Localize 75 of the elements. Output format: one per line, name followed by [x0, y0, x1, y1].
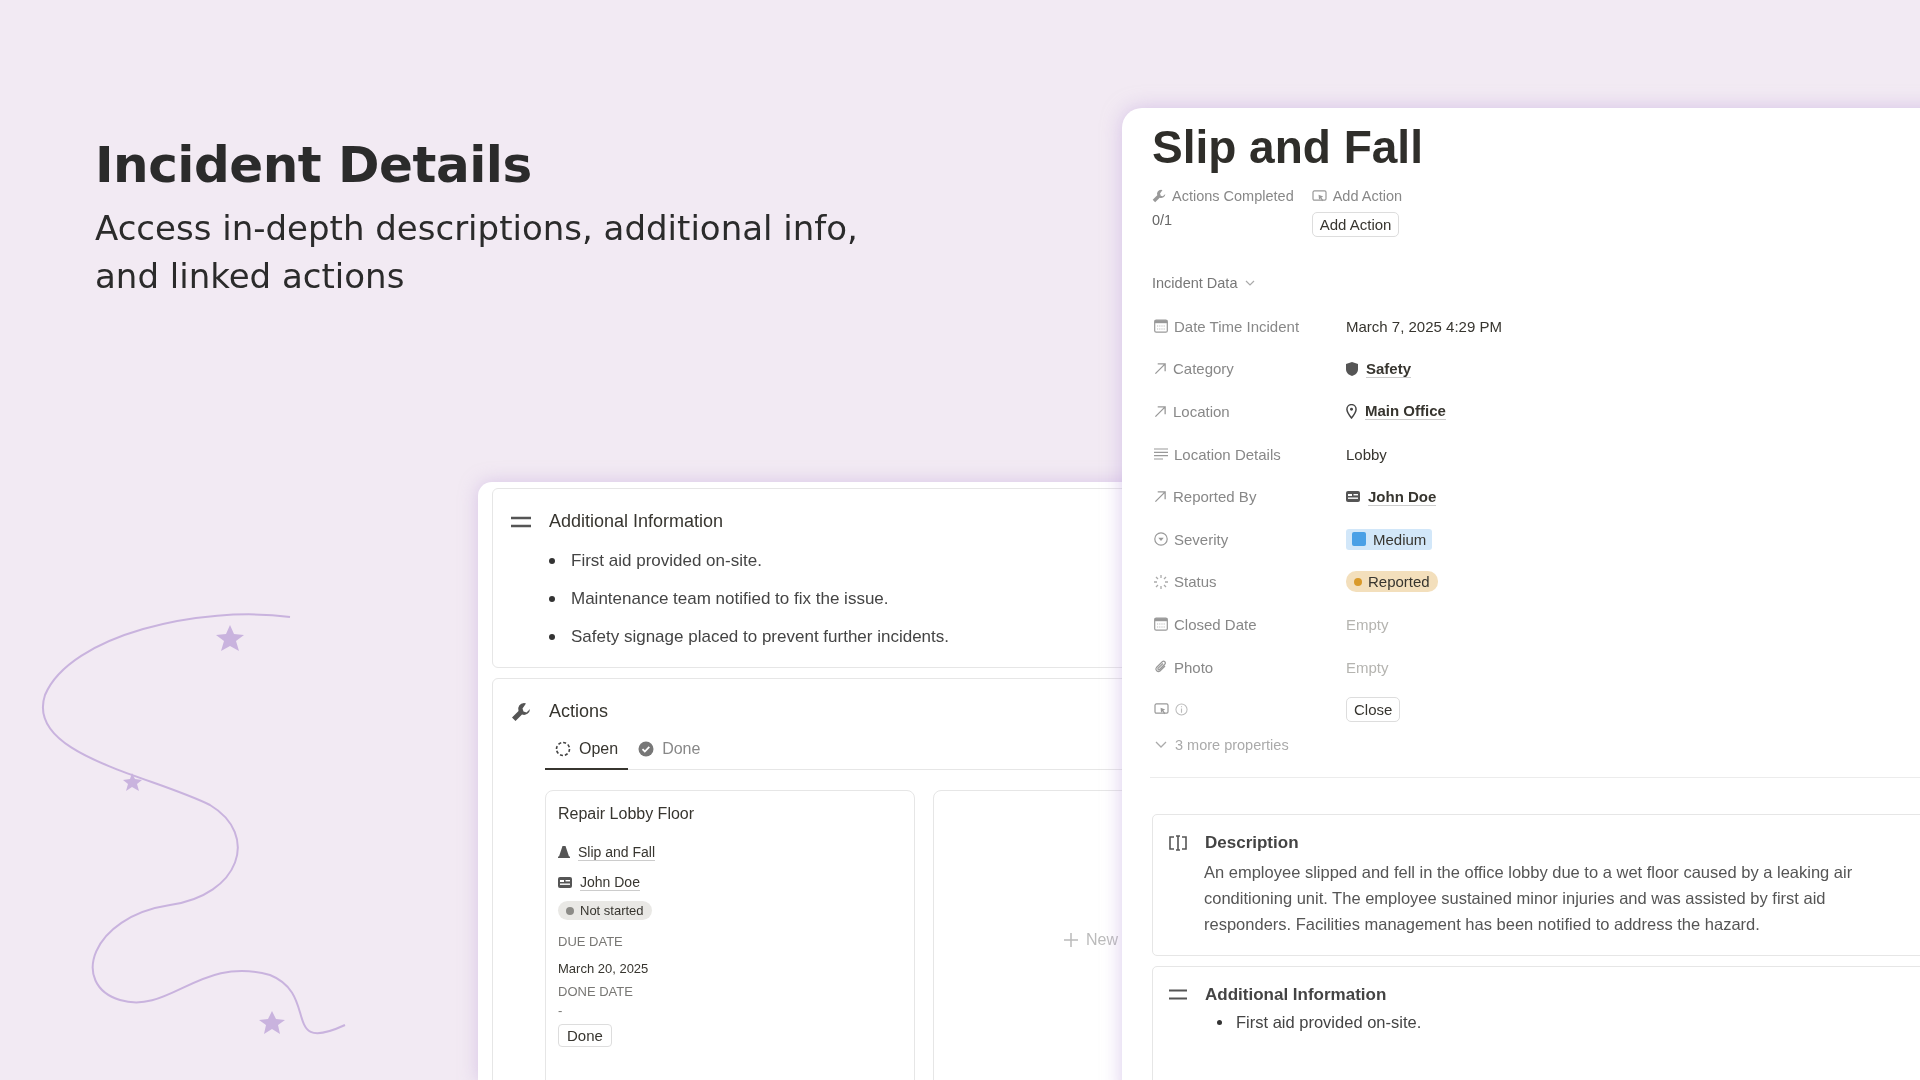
- text-cursor-icon: [1169, 833, 1187, 852]
- wrench-icon: [511, 701, 531, 722]
- status-pill: Not started: [558, 901, 652, 920]
- property-label: Add Action: [1332, 188, 1403, 204]
- view-tab[interactable]: Open: [545, 734, 629, 770]
- calendar-icon: [1154, 319, 1168, 334]
- lines-icon: [511, 515, 531, 528]
- contact-card-icon: [558, 876, 572, 888]
- info-icon: [1175, 703, 1188, 717]
- add-action-button[interactable]: Add Action: [1311, 212, 1400, 237]
- bullet-item: Safety signage placed to prevent further incidents.: [571, 627, 949, 647]
- chevron-down-icon: [1245, 280, 1256, 286]
- property-value: Lobby: [1346, 445, 1387, 463]
- plus-icon: [1064, 933, 1078, 947]
- arrow-icon: [1154, 490, 1167, 504]
- cursor-box-icon: [1154, 703, 1169, 717]
- property-label: Severity: [1174, 530, 1229, 548]
- property-label: Reported By: [1173, 488, 1257, 506]
- cursor-box-icon: [1311, 189, 1327, 203]
- property-label: Photo: [1174, 658, 1214, 676]
- property-label: Actions Completed: [1172, 188, 1294, 204]
- property-label: Closed Date: [1174, 615, 1257, 633]
- check-circle-icon: [638, 741, 655, 757]
- map-pin-icon: [1346, 404, 1357, 419]
- bullet-item: Maintenance team notified to fix the issue.: [571, 589, 889, 609]
- lines-icon: [1169, 989, 1187, 1001]
- incident-link[interactable]: Slip and Fall: [578, 843, 656, 861]
- property-value: Empty: [1346, 658, 1389, 676]
- action-title: Repair Lobby Floor: [558, 805, 695, 823]
- page-title: Slip and Fall: [1152, 120, 1424, 174]
- hero-title: Incident Details: [95, 136, 533, 194]
- bullet-item: First aid provided on-site.: [1236, 1012, 1422, 1032]
- property-label: Location: [1173, 403, 1230, 420]
- dashed-circle-icon: [555, 741, 571, 757]
- property-value: March 7, 2025 4:29 PM: [1346, 317, 1502, 335]
- close-button[interactable]: Close: [1346, 697, 1401, 723]
- property-label: Location Details: [1174, 445, 1281, 463]
- field-label: DUE DATE: [558, 934, 623, 949]
- card-heading: Additional Information: [549, 511, 724, 532]
- chevron-down-icon: [1155, 741, 1167, 749]
- section-toggle[interactable]: Incident Data: [1152, 275, 1256, 291]
- contact-card-icon: [1346, 491, 1360, 503]
- spinner-icon: [1154, 574, 1168, 589]
- severity-tag: Medium: [1346, 528, 1433, 550]
- property-label: Date Time Incident: [1174, 317, 1300, 335]
- due-date: March 20, 2025: [558, 961, 649, 976]
- done-date: -: [558, 1003, 563, 1018]
- card-heading: Additional Information: [1205, 984, 1387, 1005]
- hero-subtitle: Access in-depth descriptions, additional info, and linked actions: [95, 207, 859, 298]
- rollup-value: 0/1: [1152, 212, 1174, 228]
- shield-icon: [1346, 361, 1358, 376]
- bullet-item: First aid provided on-site.: [571, 551, 762, 571]
- status-tag: Reported: [1346, 571, 1438, 593]
- property-label: Category: [1173, 360, 1234, 378]
- relation-link[interactable]: Main Office: [1365, 402, 1446, 421]
- cone-icon: [558, 846, 570, 858]
- circle-chevron-icon: [1154, 532, 1168, 547]
- arrow-icon: [1154, 405, 1167, 418]
- card-heading: Actions: [549, 701, 609, 722]
- done-button[interactable]: Done: [558, 1024, 612, 1047]
- description-text: An employee slipped and fell in the office lobby due to a wet floor caused by a leaking air conditioning unit. The employee sustained minor injuries and was assisted by first aid responders. Facilities management has been notified to address the hazard.: [1204, 861, 1854, 935]
- card-heading: Description: [1205, 832, 1299, 853]
- wrench-icon: [1152, 189, 1166, 203]
- property-label: Status: [1174, 573, 1217, 591]
- text-lines-icon: [1154, 448, 1168, 461]
- field-label: DONE DATE: [558, 984, 633, 999]
- property-value: Empty: [1346, 615, 1389, 633]
- action-card[interactable]: Repair Lobby Floor Slip and Fall John Doe Not started DUE DATE March 20, 2025 DONE DATE - Done: [545, 790, 915, 1080]
- paperclip-icon: [1154, 660, 1168, 675]
- calendar-icon: [1154, 617, 1168, 632]
- relation-link[interactable]: John Doe: [1368, 487, 1437, 506]
- relation-link[interactable]: Safety: [1366, 359, 1412, 378]
- view-tab[interactable]: Done: [628, 734, 711, 770]
- person-link[interactable]: John Doe: [580, 873, 640, 891]
- arrow-icon: [1154, 362, 1167, 376]
